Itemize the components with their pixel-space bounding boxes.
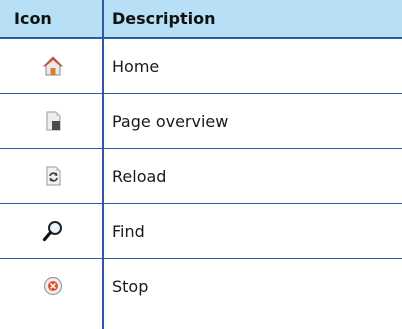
table-row-reload: Reload <box>0 149 402 204</box>
table-row-find: Find <box>0 204 402 259</box>
row-description: Page overview <box>112 112 229 131</box>
table-row-stop: Stop <box>0 259 402 314</box>
find-icon <box>42 221 62 242</box>
row-description: Home <box>112 57 160 76</box>
header-icon-label: Icon <box>14 9 52 28</box>
row-description: Find <box>112 222 145 241</box>
home-icon <box>42 56 64 76</box>
stop-icon <box>43 276 63 296</box>
table-row-page-overview: Page overview <box>0 94 402 149</box>
header-description-label: Description <box>112 9 216 28</box>
table-header: Icon Description <box>0 0 402 39</box>
table-row-home: Home <box>0 39 402 94</box>
reload-icon <box>46 166 61 186</box>
row-description: Reload <box>112 167 167 186</box>
page-overview-icon <box>46 111 61 131</box>
row-description: Stop <box>112 277 149 296</box>
